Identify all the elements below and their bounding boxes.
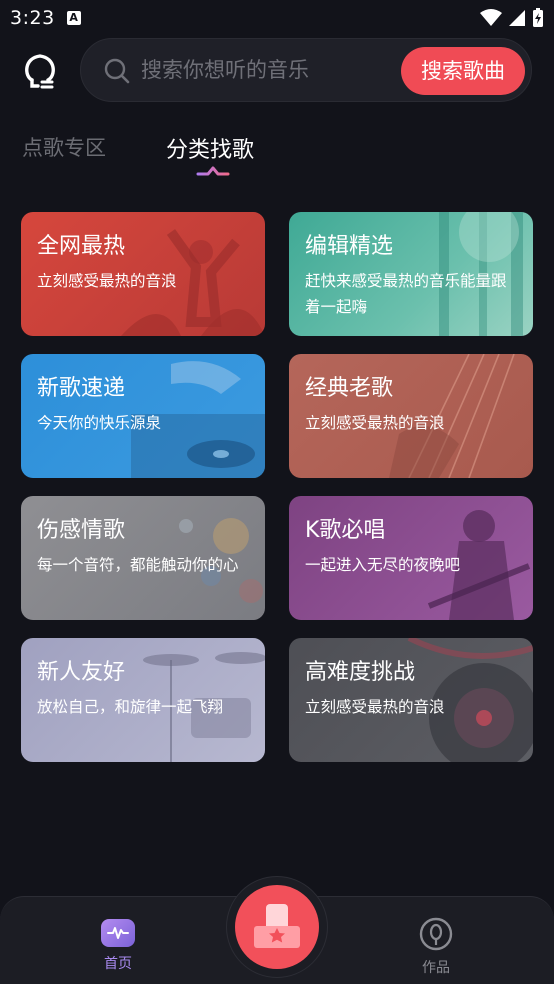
card-title: 伤感情歌	[37, 518, 126, 543]
notification-icon: A	[66, 11, 81, 25]
card-description: 赶快来感受最热的音乐能量跟着一起嗨	[305, 272, 507, 316]
category-card-editor-picks[interactable]: 编辑精选 赶快来感受最热的音乐能量跟着一起嗨	[289, 212, 533, 336]
category-tabs: 点歌专区 分类找歌	[0, 128, 554, 178]
ktv-stage-icon	[254, 904, 300, 948]
wifi-icon	[480, 9, 502, 26]
header: 搜索你想听的音乐 搜索歌曲	[0, 38, 554, 102]
app-logo-icon[interactable]	[22, 50, 58, 90]
card-title: K歌必唱	[305, 518, 386, 543]
card-title: 全网最热	[37, 234, 126, 259]
card-title: 编辑精选	[305, 234, 394, 259]
card-title: 新人友好	[37, 660, 126, 685]
active-tab-indicator	[196, 166, 230, 176]
category-card-new-songs[interactable]: 新歌速递 今天你的快乐源泉	[21, 354, 265, 478]
battery-icon	[533, 8, 543, 27]
category-card-sad-songs[interactable]: 伤感情歌 每一个音符，都能触动你的心	[21, 496, 265, 620]
works-icon	[419, 917, 453, 951]
category-card-high-difficulty[interactable]: 高难度挑战 立刻感受最热的音浪	[289, 638, 533, 762]
status-time: 3:23	[10, 7, 55, 29]
nav-home[interactable]: 首页	[96, 919, 140, 973]
card-description: 今天你的快乐源泉	[37, 414, 162, 432]
category-card-hot[interactable]: 全网最热 立刻感受最热的音浪	[21, 212, 265, 336]
search-input[interactable]: 搜索你想听的音乐	[141, 39, 309, 103]
card-description: 立刻感受最热的音浪	[37, 272, 177, 290]
search-songs-button[interactable]: 搜索歌曲	[401, 47, 525, 95]
tab-find-by-category[interactable]: 分类找歌	[166, 132, 254, 164]
card-description: 一起进入无尽的夜晚吧	[305, 556, 461, 574]
home-pulse-icon	[101, 919, 135, 947]
card-description: 立刻感受最热的音浪	[305, 698, 445, 716]
card-description: 立刻感受最热的音浪	[305, 414, 445, 432]
nav-works-label: 作品	[422, 960, 450, 976]
search-bar[interactable]: 搜索你想听的音乐 搜索歌曲	[80, 38, 532, 102]
card-title: 经典老歌	[305, 376, 394, 401]
tab-song-request[interactable]: 点歌专区	[22, 132, 106, 162]
record-button[interactable]	[235, 885, 319, 969]
category-card-classic-songs[interactable]: 经典老歌 立刻感受最热的音浪	[289, 354, 533, 478]
card-title: 新歌速递	[37, 376, 126, 401]
card-description: 每一个音符，都能触动你的心	[37, 556, 239, 574]
card-description: 放松自己，和旋律一起飞翔	[37, 698, 224, 716]
nav-home-label: 首页	[104, 956, 132, 972]
nav-works[interactable]: 作品	[412, 917, 460, 977]
status-bar: 3:23 A	[0, 0, 554, 36]
search-icon	[104, 58, 130, 84]
status-icons	[480, 8, 544, 28]
category-card-karaoke-must-sing[interactable]: K歌必唱 一起进入无尽的夜晚吧	[289, 496, 533, 620]
card-title: 高难度挑战	[305, 660, 416, 685]
signal-icon	[509, 10, 525, 26]
category-card-beginner-friendly[interactable]: 新人友好 放松自己，和旋律一起飞翔	[21, 638, 265, 762]
